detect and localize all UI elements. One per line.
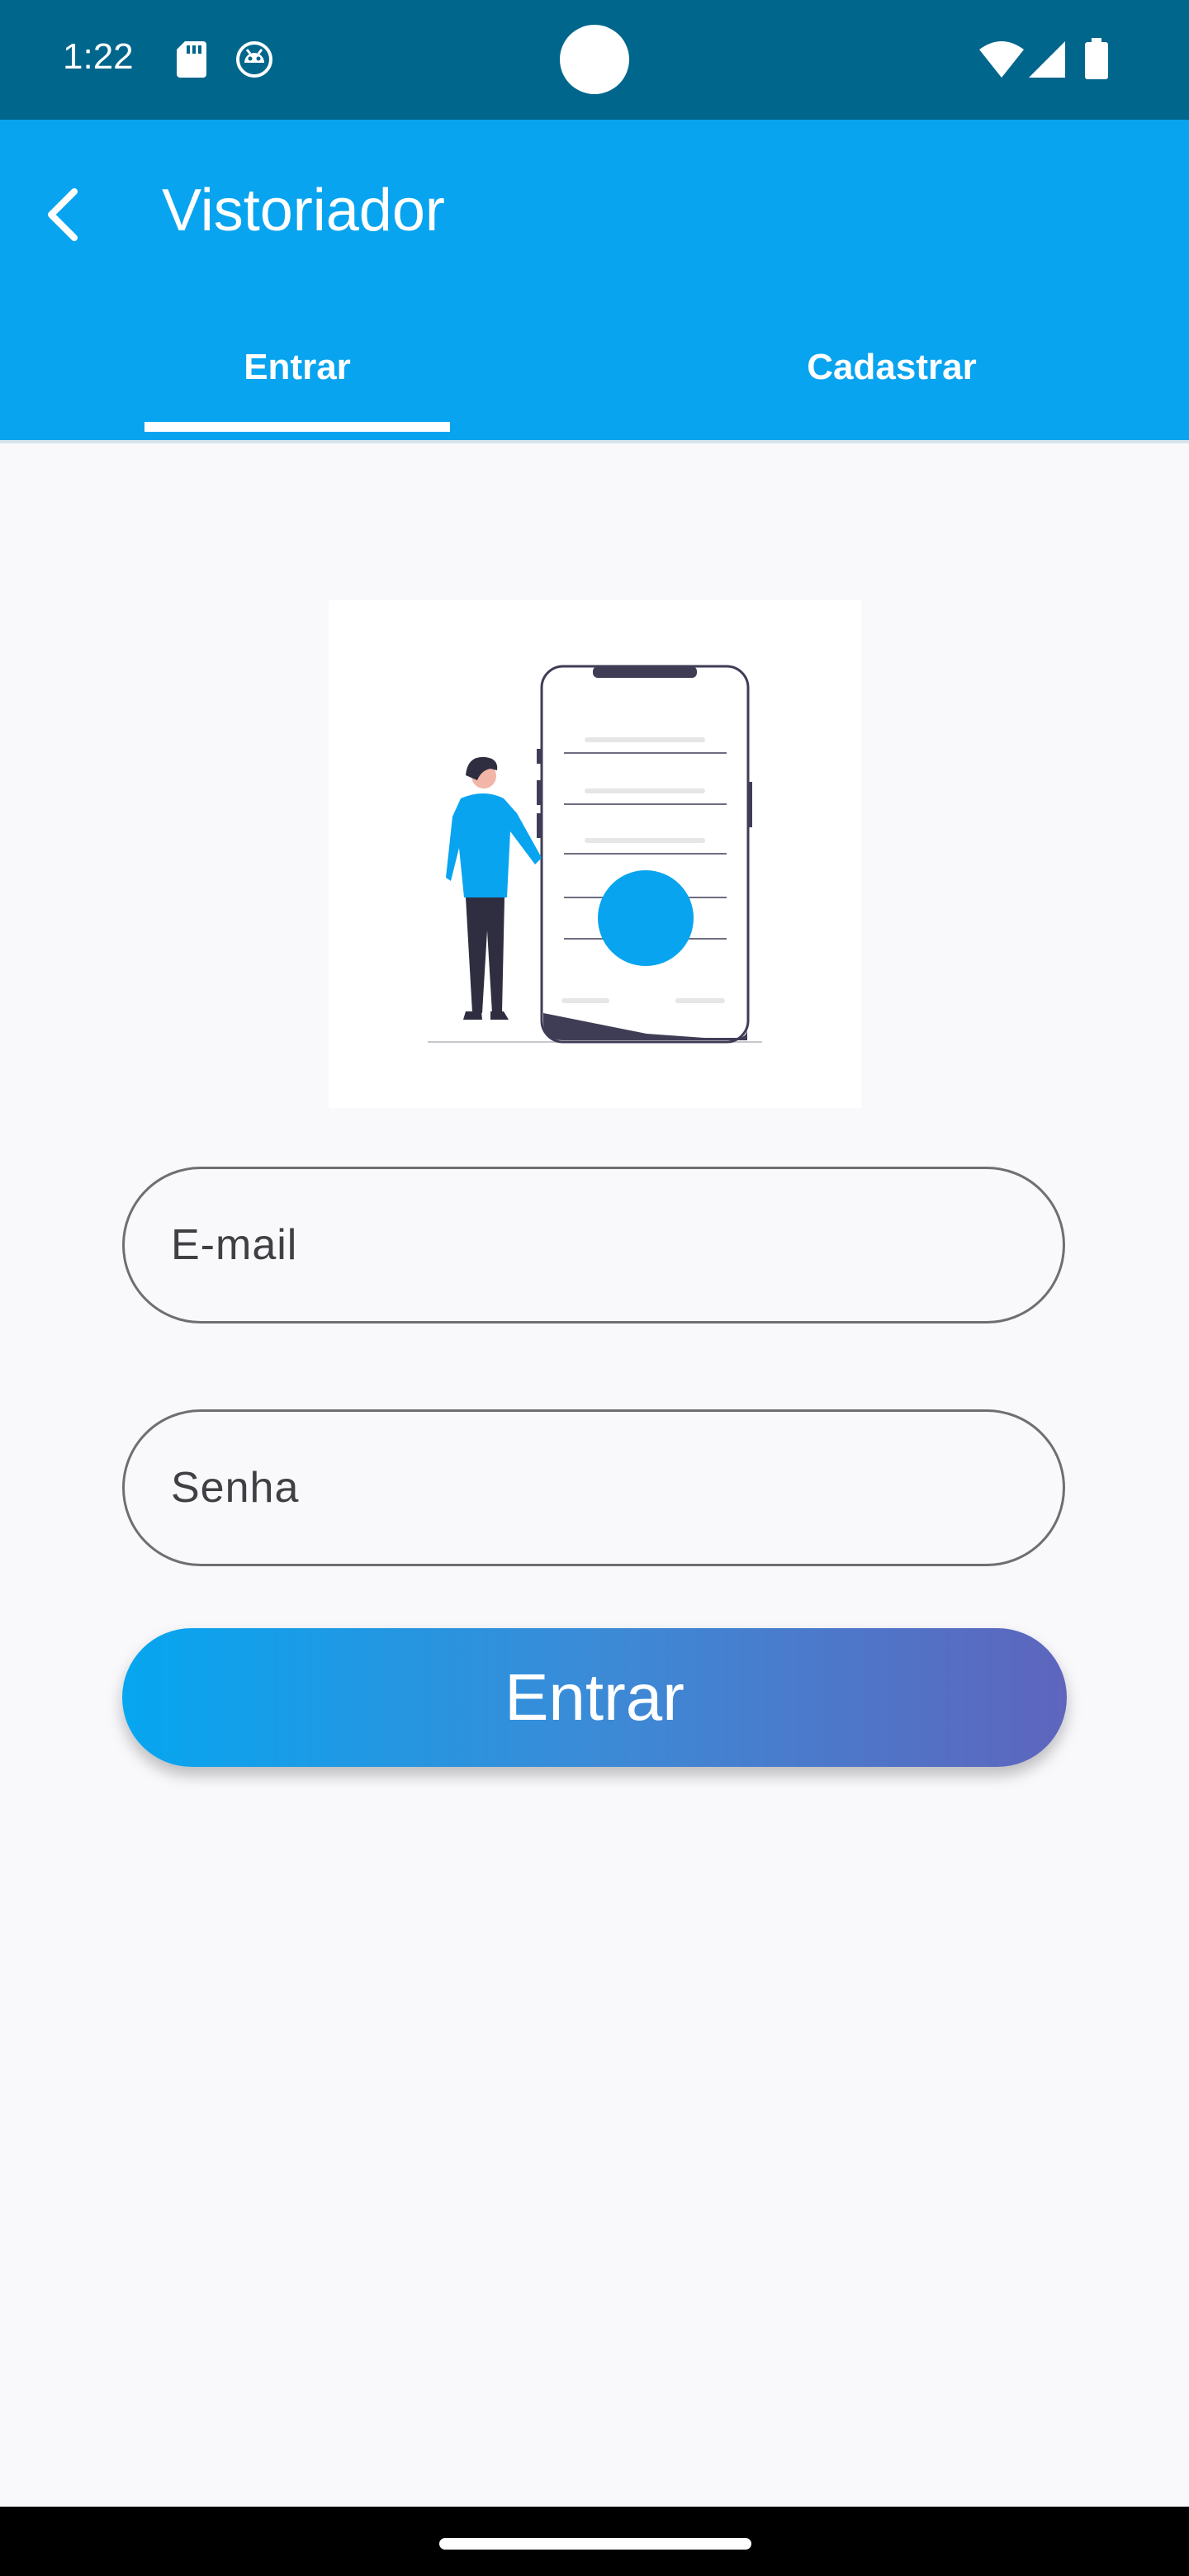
wifi-icon xyxy=(979,41,1024,78)
tab-entrar[interactable]: Entrar xyxy=(144,347,450,388)
app-bar xyxy=(0,120,1189,442)
camera-cutout xyxy=(560,25,629,94)
login-illustration xyxy=(329,600,861,1108)
page-title: Vistoriador xyxy=(162,178,445,244)
login-button[interactable]: Entrar xyxy=(122,1628,1067,1767)
app-bar-divider xyxy=(0,440,1189,443)
battery-icon xyxy=(1085,38,1108,79)
password-field[interactable]: Senha xyxy=(122,1409,1065,1566)
email-placeholder: E-mail xyxy=(171,1221,298,1269)
status-time: 1:22 xyxy=(63,36,134,77)
password-placeholder: Senha xyxy=(171,1464,300,1512)
android-debug-icon xyxy=(236,41,272,78)
arrow-back-icon[interactable] xyxy=(38,182,91,248)
home-gesture-handle[interactable] xyxy=(439,2538,751,2550)
sd-card-icon xyxy=(177,41,206,78)
signal-icon xyxy=(1029,41,1065,78)
tab-indicator xyxy=(144,422,450,432)
tab-cadastrar[interactable]: Cadastrar xyxy=(743,347,1040,388)
status-bar: 1:22 xyxy=(0,0,1189,120)
email-field[interactable]: E-mail xyxy=(122,1167,1065,1324)
